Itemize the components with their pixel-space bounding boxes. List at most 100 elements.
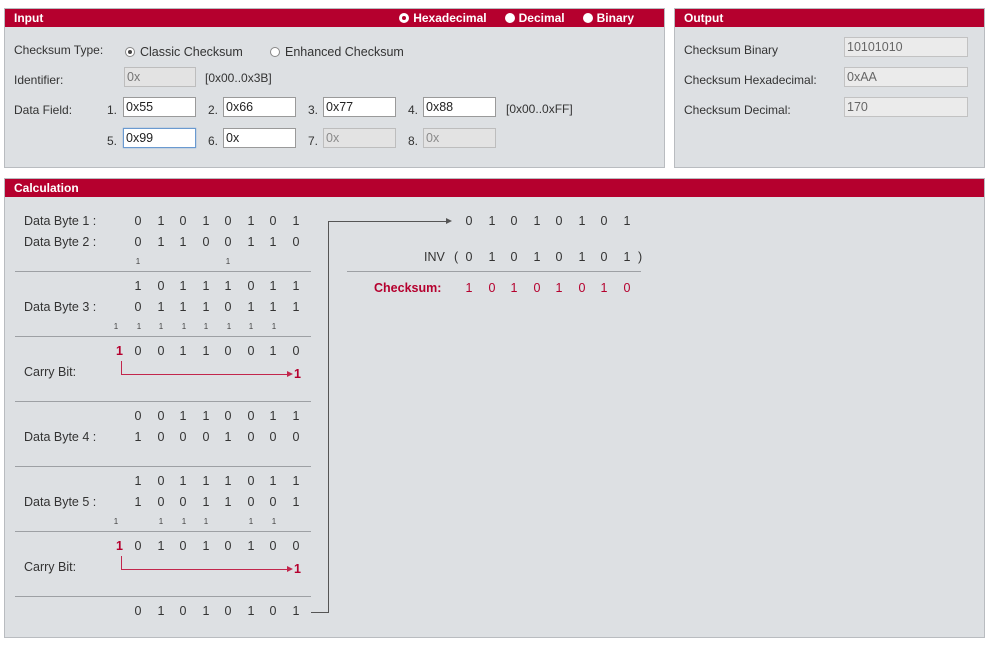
- calculation-panel-header: Calculation: [5, 179, 984, 197]
- enhanced-checksum-radio[interactable]: Enhanced Checksum: [270, 45, 404, 59]
- data-field-1[interactable]: [123, 97, 196, 117]
- partial-sum-bit: 1: [134, 279, 142, 293]
- format-radio-hexadecimal[interactable]: Hexadecimal: [399, 9, 487, 27]
- identifier-label: Identifier:: [14, 73, 64, 87]
- data-byte-2-bit: 0: [202, 235, 210, 249]
- data-byte-2-bit: 1: [157, 235, 165, 249]
- data-field-2[interactable]: [223, 97, 296, 117]
- carry-digit: 1: [248, 517, 254, 526]
- data-byte-2-bit: 0: [292, 235, 300, 249]
- overflow-bit-1: 1: [116, 344, 123, 358]
- carry-arrowhead-icon: [287, 566, 293, 572]
- data-field-7[interactable]: [323, 128, 396, 148]
- data-byte-1-bit: 0: [269, 214, 277, 228]
- data-byte-4-bit: 0: [202, 430, 210, 444]
- partial-sum-bit: 0: [179, 539, 187, 553]
- divider: [15, 466, 311, 467]
- data-byte-2-bit: 1: [247, 235, 255, 249]
- result-bit: 0: [600, 214, 608, 228]
- output-panel-header: Output: [675, 9, 984, 27]
- carry-digit: 1: [181, 517, 187, 526]
- connector-arrowhead-icon: [446, 218, 452, 224]
- result-bit: 1: [578, 214, 586, 228]
- partial-sum-bit: 0: [134, 344, 142, 358]
- checksum-bit: 1: [600, 281, 608, 295]
- result-bit: 0: [465, 214, 473, 228]
- inverted-bit: 0: [465, 250, 473, 264]
- radio-unselected-icon: [504, 13, 515, 23]
- format-radio-binary[interactable]: Binary: [582, 9, 634, 27]
- partial-sum-bit: 0: [292, 539, 300, 553]
- partial-sum-bit: 0: [134, 539, 142, 553]
- radio-selected-icon: [125, 47, 135, 57]
- data-byte-1-bit: 1: [247, 214, 255, 228]
- checksum-label: Checksum:: [374, 281, 442, 295]
- result-bit: 1: [623, 214, 631, 228]
- data-byte-4-bit: 0: [179, 430, 187, 444]
- data-field-3[interactable]: [323, 97, 396, 117]
- data-byte-2-bit: 1: [179, 235, 187, 249]
- data-byte-3-bit: 1: [247, 300, 255, 314]
- final-sum-bit: 0: [134, 604, 142, 618]
- carry-digit: 1: [203, 322, 209, 331]
- data-byte-3-label: Data Byte 3 :: [24, 300, 97, 314]
- data-byte-3-bit: 1: [269, 300, 277, 314]
- carry-arrow-line: [121, 361, 122, 375]
- carry-digit: 1: [226, 322, 232, 331]
- checksum-decimal-field[interactable]: [844, 97, 968, 117]
- carry-digit: 1: [248, 322, 254, 331]
- inverted-bit: 1: [488, 250, 496, 264]
- data-field-8[interactable]: [423, 128, 496, 148]
- carry-digit: 1: [158, 322, 164, 331]
- partial-sum-bit: 0: [224, 409, 232, 423]
- data-field-5[interactable]: [123, 128, 196, 148]
- partial-sum-bit: 1: [269, 344, 277, 358]
- divider: [15, 531, 311, 532]
- output-panel-title: Output: [684, 11, 724, 25]
- data-field-6[interactable]: [223, 128, 296, 148]
- field-number-8: 8.: [408, 134, 419, 148]
- data-byte-5-bit: 0: [157, 495, 165, 509]
- inverted-bit: 0: [555, 250, 563, 264]
- data-byte-5-bit: 1: [292, 495, 300, 509]
- partial-sum-bit: 1: [224, 474, 232, 488]
- format-radio-decimal[interactable]: Decimal: [504, 9, 565, 27]
- field-number-2: 2.: [208, 103, 219, 117]
- partial-sum-bit: 1: [247, 539, 255, 553]
- data-byte-4-label: Data Byte 4 :: [24, 430, 97, 444]
- field-number-6: 6.: [208, 134, 219, 148]
- partial-sum-bit: 1: [292, 474, 300, 488]
- data-byte-4-bit: 1: [134, 430, 142, 444]
- partial-sum-bit: 0: [134, 409, 142, 423]
- checksum-hex-field[interactable]: [844, 67, 968, 87]
- field-number-3: 3.: [308, 103, 319, 117]
- result-bit: 1: [533, 214, 541, 228]
- data-field-4[interactable]: [423, 97, 496, 117]
- data-byte-1-bit: 0: [134, 214, 142, 228]
- data-byte-5-label: Data Byte 5 :: [24, 495, 97, 509]
- carry-digit: 1: [136, 322, 142, 331]
- checksum-bit: 0: [488, 281, 496, 295]
- partial-sum-bit: 1: [292, 279, 300, 293]
- checksum-bit: 0: [623, 281, 631, 295]
- radio-unselected-icon: [270, 47, 280, 57]
- checksum-bit: 0: [578, 281, 586, 295]
- carry-digit: 1: [181, 322, 187, 331]
- field-number-7: 7.: [308, 134, 319, 148]
- carry-one-1: 1: [294, 367, 301, 381]
- calculation-panel-title: Calculation: [14, 181, 79, 195]
- final-sum-bit: 0: [269, 604, 277, 618]
- identifier-field[interactable]: [124, 67, 196, 87]
- partial-sum-bit: 0: [247, 344, 255, 358]
- classic-checksum-radio[interactable]: Classic Checksum: [125, 45, 243, 59]
- final-sum-bit: 1: [202, 604, 210, 618]
- partial-sum-bit: 0: [247, 474, 255, 488]
- data-byte-2-label: Data Byte 2 :: [24, 235, 97, 249]
- carry-arrow-line: [121, 569, 289, 570]
- result-bit: 1: [488, 214, 496, 228]
- partial-sum-bit: 0: [292, 344, 300, 358]
- checksum-binary-field[interactable]: [844, 37, 968, 57]
- final-sum-bit: 1: [247, 604, 255, 618]
- input-panel-title: Input: [14, 11, 44, 25]
- inv-open-paren: (: [454, 250, 459, 264]
